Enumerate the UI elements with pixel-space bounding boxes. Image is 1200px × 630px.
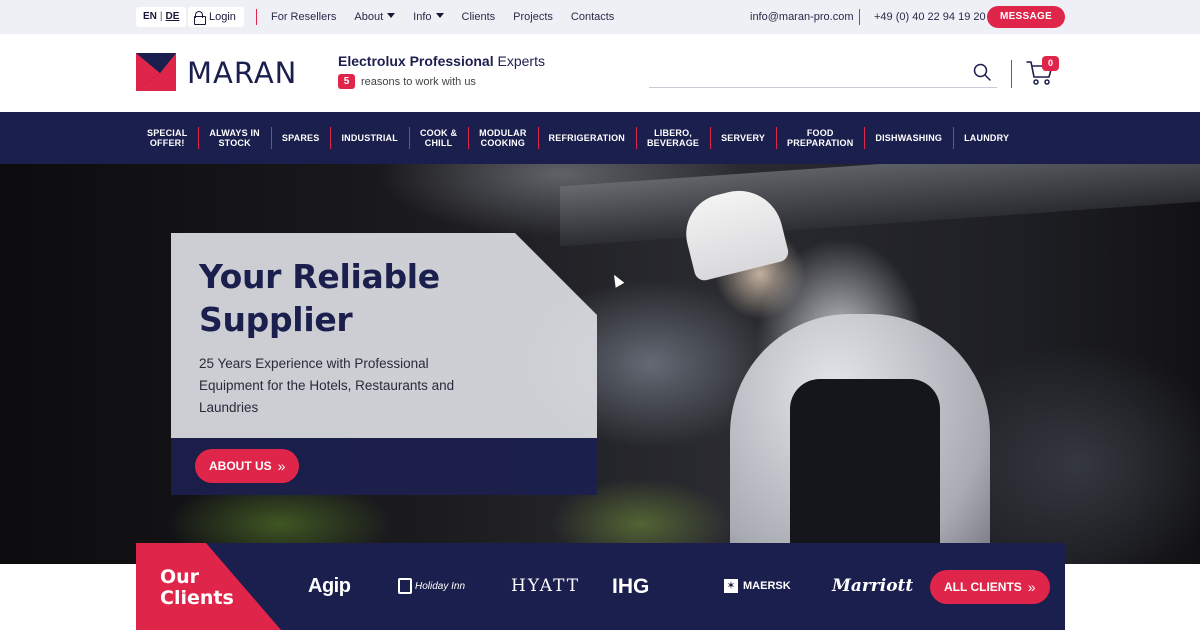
about-us-label: ABOUT US bbox=[209, 459, 272, 473]
client-logo-agip[interactable]: Agip bbox=[308, 543, 351, 630]
hero-title: Your Reliable Supplier bbox=[199, 255, 440, 341]
divider bbox=[256, 9, 257, 25]
site-header: MARAN Electrolux Professional Experts 5 … bbox=[0, 34, 1200, 112]
holiday-inn-label: Holiday Inn bbox=[415, 581, 466, 592]
category-servery[interactable]: SERVERY bbox=[710, 133, 776, 143]
category-dishwashing[interactable]: DISHWASHING bbox=[864, 133, 953, 143]
tagline-rest: Experts bbox=[493, 53, 545, 69]
nav-info-label: Info bbox=[413, 11, 432, 23]
client-logo-ihg[interactable]: IHG bbox=[612, 543, 649, 630]
about-us-button[interactable]: ABOUT US » bbox=[195, 449, 300, 483]
category-libero-beverage[interactable]: LIBERO, BEVERAGE bbox=[636, 128, 710, 148]
all-clients-button[interactable]: ALL CLIENTS » bbox=[930, 570, 1050, 604]
nav-about[interactable]: About bbox=[354, 11, 395, 23]
all-clients-label: ALL CLIENTS bbox=[944, 580, 1022, 594]
double-chevron-right-icon: » bbox=[277, 458, 286, 474]
maersk-star-icon: ✶ bbox=[724, 579, 738, 594]
client-logo-marriott[interactable]: Marriott bbox=[832, 543, 913, 630]
double-chevron-right-icon: » bbox=[1027, 579, 1036, 595]
search-icon[interactable] bbox=[973, 63, 991, 81]
lang-en[interactable]: EN bbox=[143, 11, 157, 22]
hero-background-hood bbox=[560, 164, 1200, 247]
cart-count-badge: 0 bbox=[1042, 56, 1059, 71]
category-spares[interactable]: SPARES bbox=[271, 133, 331, 143]
category-special-offer[interactable]: SPECIAL OFFER! bbox=[136, 128, 198, 148]
divider bbox=[1011, 60, 1012, 88]
tagline: Electrolux Professional Experts bbox=[338, 53, 545, 69]
lock-icon bbox=[194, 11, 206, 25]
category-nav: SPECIAL OFFER! ALWAYS IN STOCK SPARES IN… bbox=[0, 112, 1200, 164]
lang-separator: | bbox=[159, 11, 163, 22]
category-modular-cooking[interactable]: MODULAR COOKING bbox=[468, 128, 537, 148]
category-food-preparation[interactable]: FOOD PREPARATION bbox=[776, 128, 864, 148]
login-button[interactable]: Login bbox=[188, 7, 244, 27]
top-nav: For Resellers About Info Clients Project… bbox=[271, 0, 614, 34]
nav-info[interactable]: Info bbox=[413, 11, 443, 23]
reasons-badge: 5 bbox=[338, 74, 355, 89]
nav-for-resellers[interactable]: For Resellers bbox=[271, 11, 336, 23]
hero-chef-apron bbox=[790, 379, 940, 564]
client-logo-maersk[interactable]: ✶ MAERSK bbox=[724, 543, 791, 630]
reasons-text: reasons to work with us bbox=[361, 75, 476, 88]
nav-about-label: About bbox=[354, 11, 384, 23]
nav-contacts[interactable]: Contacts bbox=[571, 11, 614, 23]
client-logo-hyatt[interactable]: HYATT bbox=[511, 543, 580, 630]
clients-bar: Our Clients Agip Holiday Inn HYATT IHG ✶… bbox=[136, 543, 1065, 630]
phone-link[interactable]: +49 (0) 40 22 94 19 20 bbox=[874, 0, 986, 34]
top-bar: EN | DE Login For Resellers About Info Cli… bbox=[0, 0, 1200, 34]
search-input[interactable] bbox=[649, 62, 997, 88]
divider bbox=[859, 9, 860, 25]
mouse-cursor-icon bbox=[609, 272, 625, 288]
client-logo-holiday-inn[interactable]: Holiday Inn bbox=[398, 543, 465, 630]
email-link[interactable]: info@maran-pro.com bbox=[750, 0, 853, 34]
category-laundry[interactable]: LAUNDRY bbox=[953, 133, 1020, 143]
language-switcher[interactable]: EN | DE bbox=[136, 7, 187, 27]
category-cook-chill[interactable]: COOK & CHILL bbox=[409, 128, 468, 148]
hero-card: Your Reliable Supplier 25 Years Experien… bbox=[171, 233, 597, 495]
hero-banner: Your Reliable Supplier 25 Years Experien… bbox=[0, 164, 1200, 564]
lang-de[interactable]: DE bbox=[166, 11, 180, 22]
hero-subtitle: 25 Years Experience with Professional Eq… bbox=[199, 356, 455, 415]
maran-logo-icon[interactable] bbox=[136, 53, 176, 91]
logo-text[interactable]: MARAN bbox=[187, 56, 297, 90]
tagline-bold: Electrolux Professional bbox=[338, 53, 494, 69]
category-refrigeration[interactable]: REFRIGERATION bbox=[538, 133, 636, 143]
maersk-label: MAERSK bbox=[743, 580, 791, 592]
category-always-in-stock[interactable]: ALWAYS IN STOCK bbox=[198, 128, 270, 148]
clients-title-line-1: Our bbox=[160, 566, 200, 588]
nav-clients[interactable]: Clients bbox=[462, 11, 496, 23]
clients-title: Our Clients bbox=[160, 567, 234, 609]
message-button[interactable]: MESSAGE bbox=[987, 6, 1065, 28]
nav-projects[interactable]: Projects bbox=[513, 11, 553, 23]
hero-title-line-2: Supplier bbox=[199, 300, 353, 339]
clients-title-line-2: Clients bbox=[160, 587, 234, 609]
category-industrial[interactable]: INDUSTRIAL bbox=[330, 133, 409, 143]
hero-title-line-1: Your Reliable bbox=[199, 257, 440, 296]
holiday-inn-mark-icon bbox=[398, 578, 412, 595]
reasons-link[interactable]: 5 reasons to work with us bbox=[338, 74, 476, 89]
login-label: Login bbox=[209, 11, 236, 23]
